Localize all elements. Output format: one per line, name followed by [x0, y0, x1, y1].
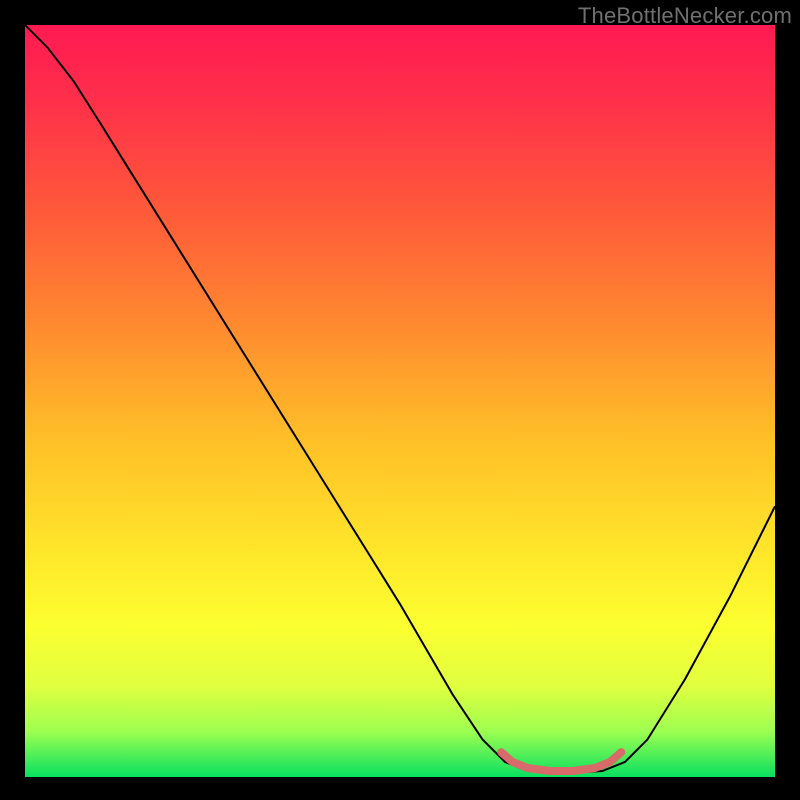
bottleneck-chart [25, 25, 775, 777]
chart-frame [25, 25, 775, 777]
watermark-text: TheBottleNecker.com [578, 3, 792, 29]
chart-background [25, 25, 775, 777]
